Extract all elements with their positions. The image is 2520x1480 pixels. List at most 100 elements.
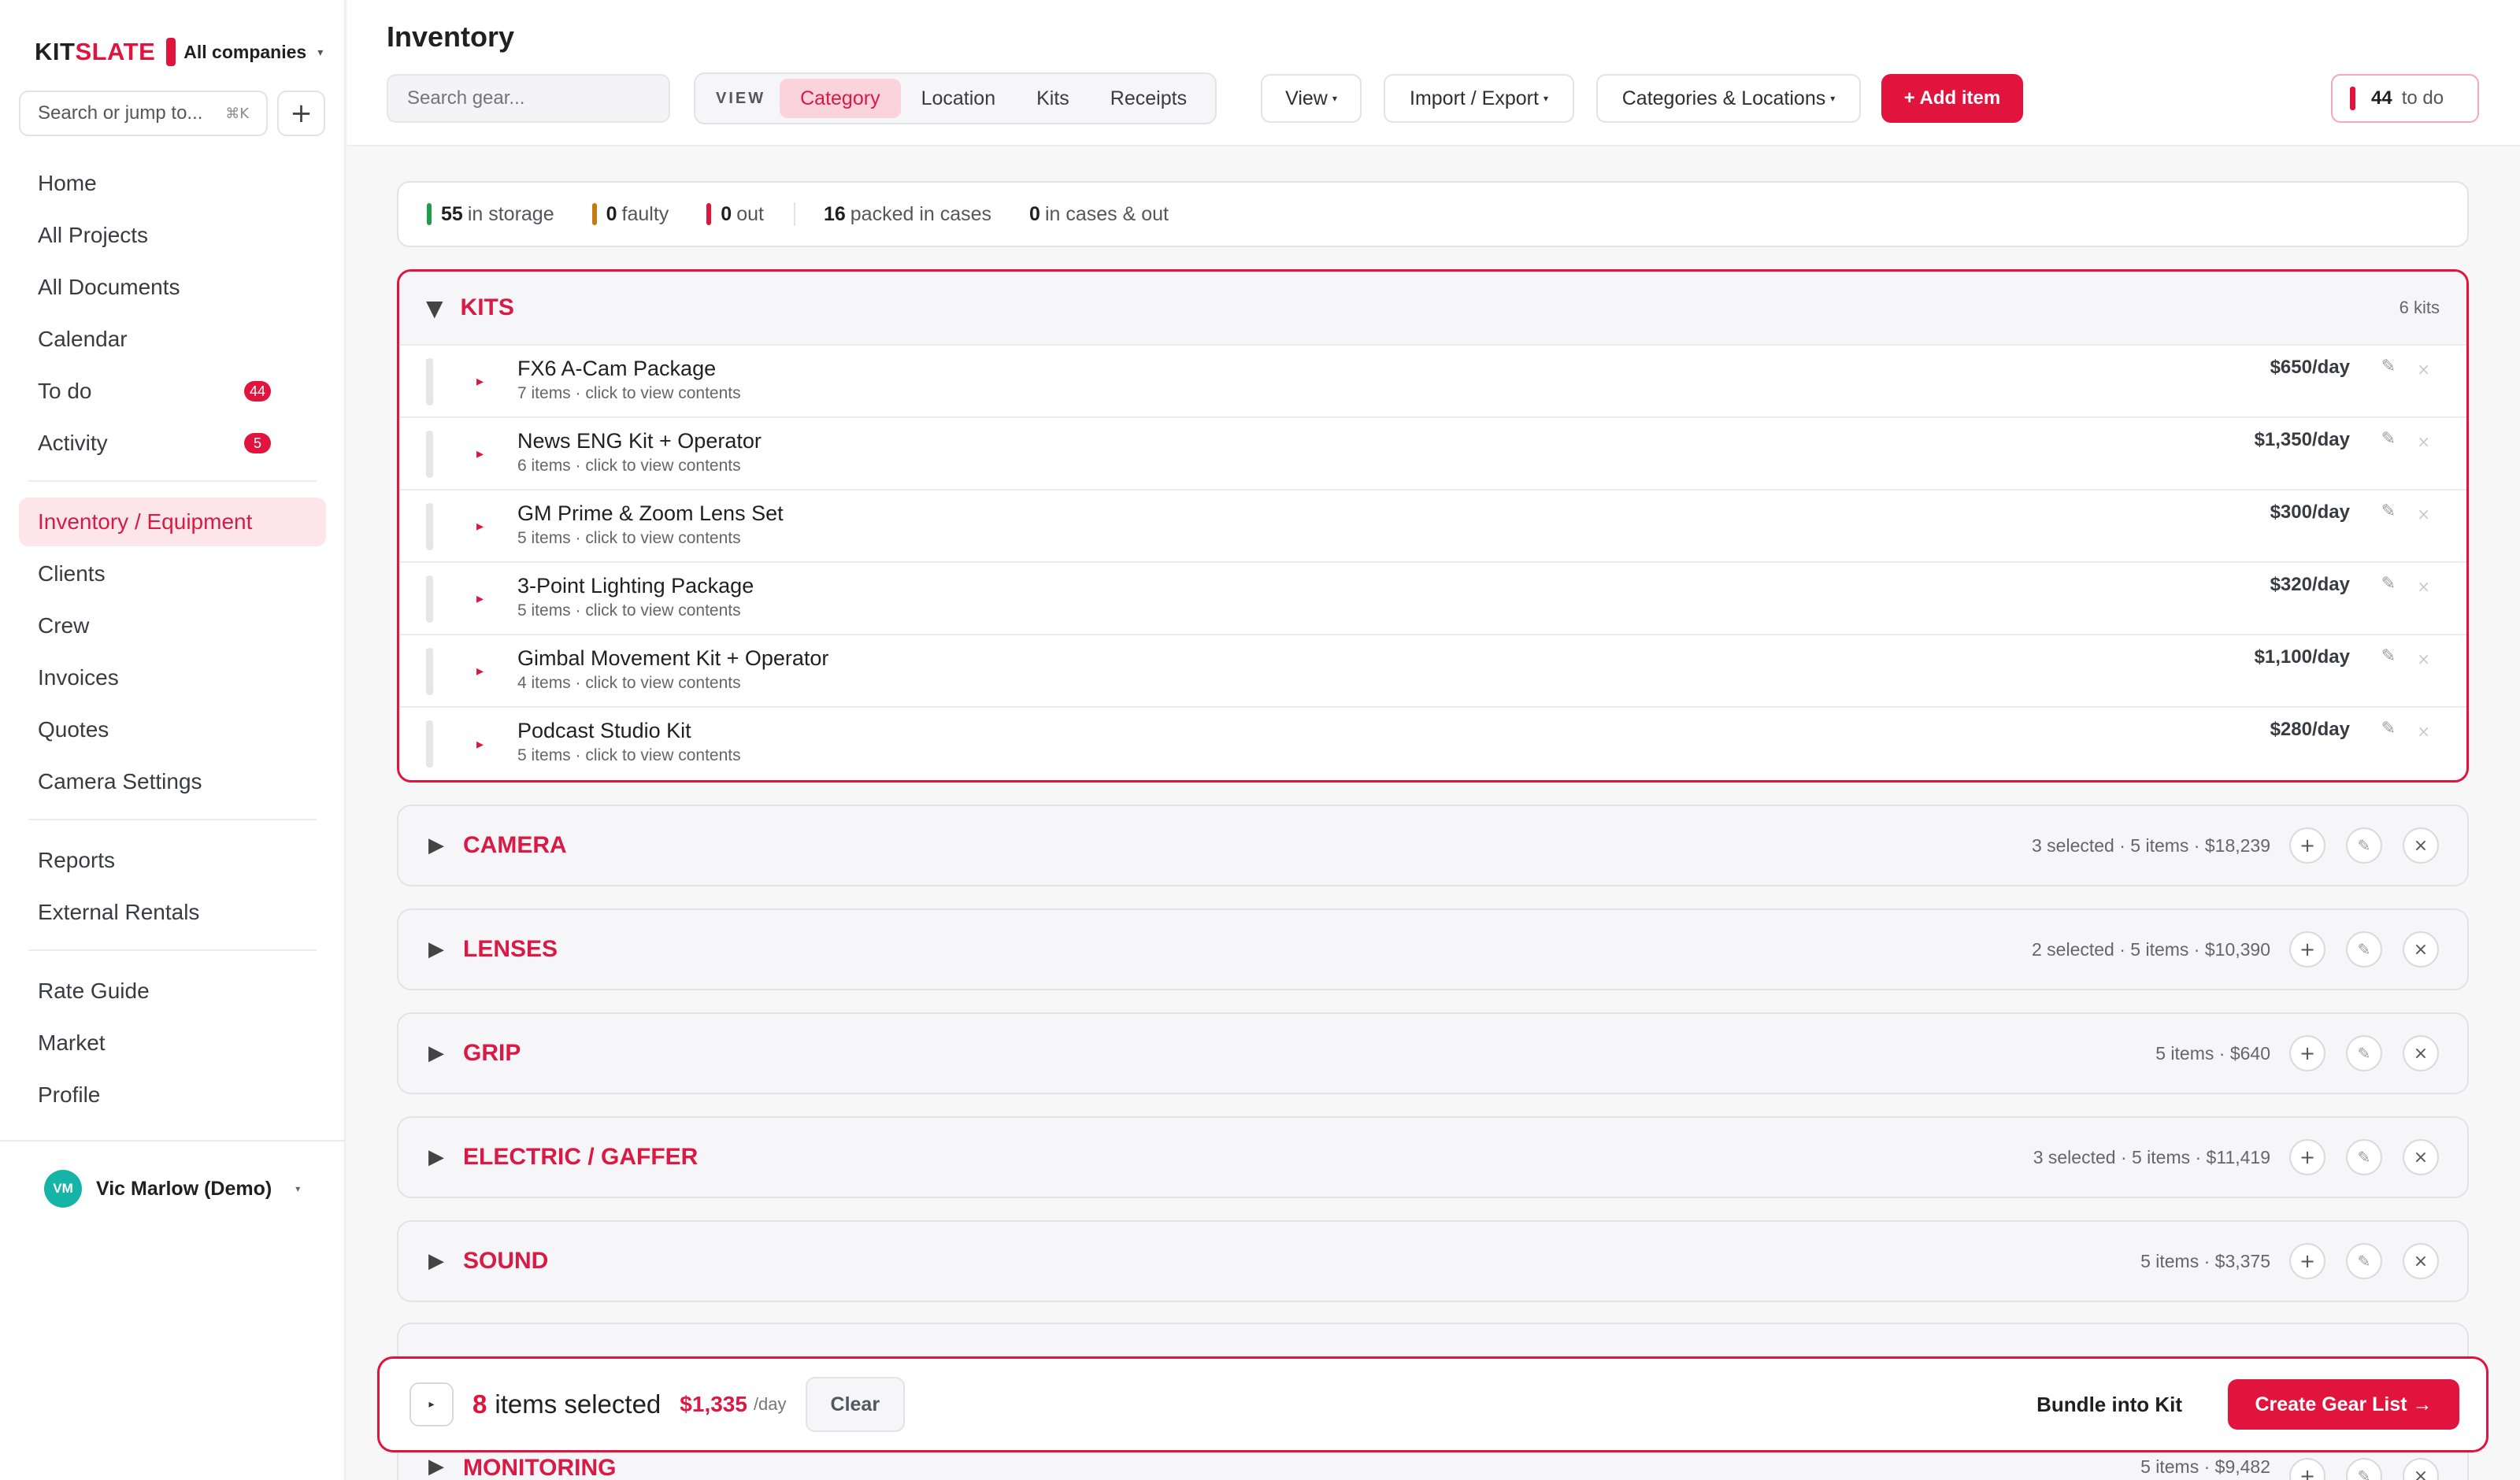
add-to-category-button[interactable]: + bbox=[2289, 827, 2325, 864]
sidebar-item-clients[interactable]: Clients bbox=[19, 549, 326, 598]
sidebar-item-all-projects[interactable]: All Projects bbox=[19, 211, 326, 260]
edit-category-button[interactable]: ✎ bbox=[2346, 931, 2382, 968]
category-title: ELECTRIC / GAFFER bbox=[463, 1144, 699, 1170]
tab-kits[interactable]: Kits bbox=[1016, 79, 1090, 118]
add-to-category-button[interactable]: + bbox=[2289, 1243, 2325, 1279]
drag-handle[interactable] bbox=[426, 358, 433, 405]
edit-category-button[interactable]: ✎ bbox=[2346, 827, 2382, 864]
sidebar-item-home[interactable]: Home bbox=[19, 159, 326, 208]
kit-row[interactable]: ▸ News ENG Kit + Operator 6 items · click… bbox=[399, 418, 2466, 490]
sidebar-item-camera-settings[interactable]: Camera Settings bbox=[19, 757, 326, 806]
brand-mark bbox=[166, 38, 176, 66]
add-to-category-button[interactable]: + bbox=[2289, 1035, 2325, 1071]
kits-header[interactable]: ▼ KITS 6 kits bbox=[399, 272, 2466, 346]
add-to-category-button[interactable]: + bbox=[2289, 931, 2325, 968]
kit-row[interactable]: ▸ Podcast Studio Kit 5 items · click to v… bbox=[399, 708, 2466, 780]
expand-caret-icon[interactable]: ▸ bbox=[476, 373, 484, 390]
kit-name: GM Prime & Zoom Lens Set bbox=[517, 501, 784, 525]
sidebar-item-profile[interactable]: Profile bbox=[19, 1071, 326, 1119]
categories-locations-button[interactable]: Categories & Locations ▾ bbox=[1596, 74, 1861, 123]
kit-price: $650/day bbox=[2270, 357, 2350, 378]
expand-caret-icon[interactable]: ▸ bbox=[476, 663, 484, 679]
sidebar-item-activity[interactable]: Activity 5 bbox=[19, 419, 326, 468]
bundle-into-kit-button[interactable]: Bundle into Kit bbox=[2036, 1393, 2182, 1417]
delete-category-button[interactable]: × bbox=[2403, 827, 2439, 864]
pencil-icon[interactable]: ✎ bbox=[2381, 429, 2396, 449]
sidebar-item-market[interactable]: Market bbox=[19, 1019, 326, 1067]
drag-handle[interactable] bbox=[426, 503, 433, 550]
pencil-icon[interactable]: ✎ bbox=[2381, 646, 2396, 666]
kit-name: Gimbal Movement Kit + Operator bbox=[517, 646, 829, 670]
drag-handle[interactable] bbox=[426, 575, 433, 623]
add-to-category-button[interactable]: + bbox=[2289, 1139, 2325, 1175]
category-electric-gaffer[interactable]: ▶ ELECTRIC / GAFFER 3 selected · 5 items… bbox=[397, 1116, 2469, 1198]
pencil-icon[interactable]: ✎ bbox=[2381, 357, 2396, 376]
category-sound[interactable]: ▶ SOUND 5 items · $3,375 + ✎ × bbox=[397, 1220, 2469, 1302]
sidebar-item-to-do[interactable]: To do 44 bbox=[19, 367, 326, 416]
add-item-button[interactable]: + Add item bbox=[1881, 74, 2023, 123]
drag-handle[interactable] bbox=[426, 431, 433, 478]
category-camera[interactable]: ▶ CAMERA 3 selected · 5 items · $18,239 … bbox=[397, 805, 2469, 886]
selected-count: 8 bbox=[472, 1389, 487, 1419]
close-icon[interactable]: × bbox=[2417, 505, 2430, 524]
kit-row[interactable]: ▸ FX6 A-Cam Package 7 items · click to vi… bbox=[399, 346, 2466, 418]
close-icon[interactable]: × bbox=[2417, 432, 2430, 451]
sidebar-item-reports[interactable]: Reports bbox=[19, 836, 326, 885]
pencil-icon[interactable]: ✎ bbox=[2381, 719, 2396, 738]
jump-search[interactable]: Search or jump to... ⌘K bbox=[19, 91, 268, 136]
sidebar-item-calendar[interactable]: Calendar bbox=[19, 315, 326, 364]
tab-category[interactable]: Category bbox=[780, 79, 901, 118]
todo-button[interactable]: 44 to do bbox=[2331, 74, 2479, 123]
quick-add-button[interactable]: + bbox=[277, 91, 325, 136]
close-icon[interactable]: × bbox=[2417, 577, 2430, 596]
user-menu[interactable]: VM Vic Marlow (Demo) ▾ bbox=[0, 1140, 344, 1208]
pencil-icon[interactable]: ✎ bbox=[2381, 501, 2396, 521]
drag-handle[interactable] bbox=[426, 648, 433, 695]
sidebar-item-inventory[interactable]: Inventory / Equipment bbox=[19, 498, 326, 546]
clear-selection-button[interactable]: Clear bbox=[805, 1377, 906, 1432]
company-switcher[interactable]: KITSLATE All companies ▾ bbox=[35, 36, 323, 68]
kits-count: 6 kits bbox=[2399, 298, 2440, 317]
pencil-icon[interactable]: ✎ bbox=[2381, 574, 2396, 594]
tab-location[interactable]: Location bbox=[901, 79, 1017, 118]
category-lenses[interactable]: ▶ LENSES 2 selected · 5 items · $10,390 … bbox=[397, 908, 2469, 990]
inventory-content: 55 in storage 0 faulty 0 out 16 packed in ca… bbox=[397, 181, 2469, 1302]
delete-category-button[interactable]: × bbox=[2403, 1035, 2439, 1071]
sidebar-item-quotes[interactable]: Quotes bbox=[19, 705, 326, 754]
expand-caret-icon[interactable]: ▸ bbox=[476, 446, 484, 462]
sidebar-item-external-rentals[interactable]: External Rentals bbox=[19, 888, 326, 937]
create-gear-list-button[interactable]: Create Gear List → bbox=[2228, 1379, 2459, 1430]
delete-category-button[interactable]: × bbox=[2403, 1458, 2439, 1480]
todo-label: to do bbox=[2401, 87, 2444, 109]
edit-category-button[interactable]: ✎ bbox=[2346, 1243, 2382, 1279]
kit-row[interactable]: ▸ 3-Point Lighting Package 5 items · clic… bbox=[399, 563, 2466, 635]
close-icon[interactable]: × bbox=[2417, 360, 2430, 379]
expand-triangle-icon: ▶ bbox=[428, 834, 444, 857]
expand-caret-icon[interactable]: ▸ bbox=[476, 518, 484, 535]
category-grip[interactable]: ▶ GRIP 5 items · $640 + ✎ × bbox=[397, 1012, 2469, 1094]
sidebar-item-all-documents[interactable]: All Documents bbox=[19, 263, 326, 312]
delete-category-button[interactable]: × bbox=[2403, 1243, 2439, 1279]
edit-category-button[interactable]: ✎ bbox=[2346, 1035, 2382, 1071]
close-icon[interactable]: × bbox=[2417, 722, 2430, 741]
drag-handle[interactable] bbox=[426, 720, 433, 768]
sidebar-item-invoices[interactable]: Invoices bbox=[19, 653, 326, 702]
sidebar-item-rate-guide[interactable]: Rate Guide bbox=[19, 967, 326, 1016]
delete-category-button[interactable]: × bbox=[2403, 1139, 2439, 1175]
view-dropdown-button[interactable]: View ▾ bbox=[1261, 74, 1362, 123]
search-input[interactable] bbox=[387, 74, 670, 123]
expand-caret-icon[interactable]: ▸ bbox=[476, 590, 484, 607]
edit-category-button[interactable]: ✎ bbox=[2346, 1458, 2382, 1480]
add-to-category-button[interactable]: + bbox=[2289, 1458, 2325, 1480]
kit-row[interactable]: ▸ GM Prime & Zoom Lens Set 5 items · clic… bbox=[399, 490, 2466, 563]
edit-category-button[interactable]: ✎ bbox=[2346, 1139, 2382, 1175]
delete-category-button[interactable]: × bbox=[2403, 931, 2439, 968]
expand-caret-icon[interactable]: ▸ bbox=[476, 736, 484, 753]
stat-in-storage: 55 in storage bbox=[427, 203, 554, 226]
tab-receipts[interactable]: Receipts bbox=[1090, 79, 1207, 118]
close-icon[interactable]: × bbox=[2417, 649, 2430, 668]
import-export-button[interactable]: Import / Export ▾ bbox=[1384, 74, 1574, 123]
sidebar-item-crew[interactable]: Crew bbox=[19, 601, 326, 650]
kit-row[interactable]: ▸ Gimbal Movement Kit + Operator 4 items … bbox=[399, 635, 2466, 708]
selection-toggle-button[interactable]: ▸ bbox=[410, 1382, 454, 1426]
